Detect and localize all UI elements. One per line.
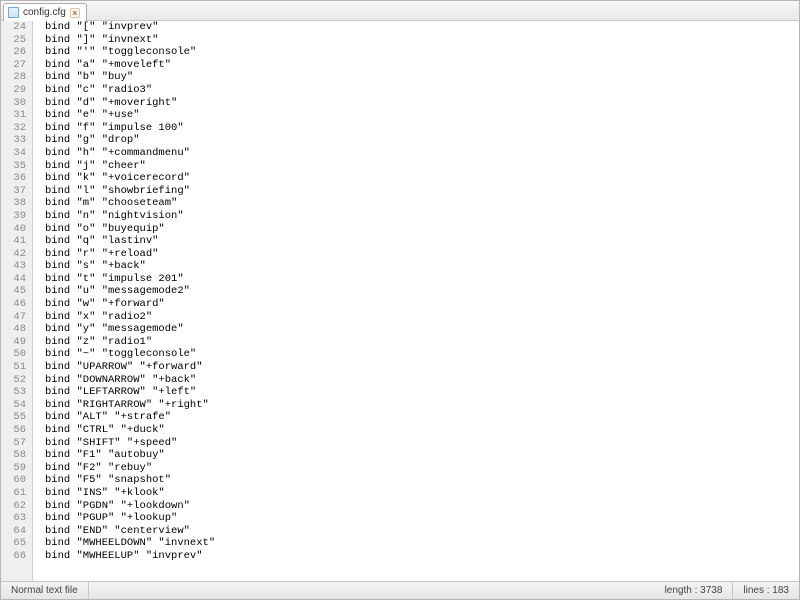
line-number: 43: [1, 260, 26, 273]
code-line[interactable]: bind "END" "centerview": [45, 525, 799, 538]
line-number-gutter: 2425262728293031323334353637383940414243…: [1, 21, 33, 581]
line-number: 40: [1, 223, 26, 236]
line-number: 27: [1, 59, 26, 72]
file-icon: [8, 7, 19, 18]
line-number: 56: [1, 424, 26, 437]
line-number: 46: [1, 298, 26, 311]
code-line[interactable]: bind "PGDN" "+lookdown": [45, 500, 799, 513]
line-number: 35: [1, 160, 26, 173]
code-line[interactable]: bind "y" "messagemode": [45, 323, 799, 336]
code-line[interactable]: bind "d" "+moveright": [45, 97, 799, 110]
text-editor[interactable]: 2425262728293031323334353637383940414243…: [1, 21, 799, 581]
code-line[interactable]: bind "LEFTARROW" "+left": [45, 386, 799, 399]
editor-window: config.cfg × 242526272829303132333435363…: [0, 0, 800, 600]
code-line[interactable]: bind "DOWNARROW" "+back": [45, 374, 799, 387]
code-line[interactable]: bind "~" "toggleconsole": [45, 348, 799, 361]
line-number: 64: [1, 525, 26, 538]
line-number: 61: [1, 487, 26, 500]
code-line[interactable]: bind "MWHEELUP" "invprev": [45, 550, 799, 563]
line-number: 52: [1, 374, 26, 387]
line-number: 29: [1, 84, 26, 97]
line-number: 53: [1, 386, 26, 399]
code-line[interactable]: bind "w" "+forward": [45, 298, 799, 311]
line-number: 32: [1, 122, 26, 135]
code-line[interactable]: bind "q" "lastinv": [45, 235, 799, 248]
code-line[interactable]: bind "n" "nightvision": [45, 210, 799, 223]
code-line[interactable]: bind "z" "radio1": [45, 336, 799, 349]
code-line[interactable]: bind "k" "+voicerecord": [45, 172, 799, 185]
code-line[interactable]: bind "F1" "autobuy": [45, 449, 799, 462]
code-line[interactable]: bind "f" "impulse 100": [45, 122, 799, 135]
line-number: 58: [1, 449, 26, 462]
line-number: 31: [1, 109, 26, 122]
code-line[interactable]: bind "j" "cheer": [45, 160, 799, 173]
line-number: 51: [1, 361, 26, 374]
code-line[interactable]: bind "UPARROW" "+forward": [45, 361, 799, 374]
code-line[interactable]: bind "u" "messagemode2": [45, 285, 799, 298]
code-line[interactable]: bind "a" "+moveleft": [45, 59, 799, 72]
line-number: 48: [1, 323, 26, 336]
line-number: 57: [1, 437, 26, 450]
line-number: 39: [1, 210, 26, 223]
code-area[interactable]: bind "[" "invprev"bind "]" "invnext"bind…: [33, 21, 799, 581]
code-line[interactable]: bind "INS" "+klook": [45, 487, 799, 500]
line-number: 44: [1, 273, 26, 286]
line-number: 60: [1, 474, 26, 487]
line-number: 37: [1, 185, 26, 198]
code-line[interactable]: bind "'" "toggleconsole": [45, 46, 799, 59]
code-line[interactable]: bind "F2" "rebuy": [45, 462, 799, 475]
code-line[interactable]: bind "g" "drop": [45, 134, 799, 147]
file-tab[interactable]: config.cfg ×: [3, 3, 87, 21]
status-filetype: Normal text file: [1, 582, 89, 599]
code-line[interactable]: bind "m" "chooseteam": [45, 197, 799, 210]
code-line[interactable]: bind "b" "buy": [45, 71, 799, 84]
line-number: 25: [1, 34, 26, 47]
line-number: 34: [1, 147, 26, 160]
line-number: 55: [1, 411, 26, 424]
code-line[interactable]: bind "t" "impulse 201": [45, 273, 799, 286]
line-number: 30: [1, 97, 26, 110]
code-line[interactable]: bind "e" "+use": [45, 109, 799, 122]
line-number: 49: [1, 336, 26, 349]
line-number: 62: [1, 500, 26, 513]
line-number: 66: [1, 550, 26, 563]
line-number: 65: [1, 537, 26, 550]
code-line[interactable]: bind "MWHEELDOWN" "invnext": [45, 537, 799, 550]
line-number: 63: [1, 512, 26, 525]
code-line[interactable]: bind "o" "buyequip": [45, 223, 799, 236]
code-line[interactable]: bind "ALT" "+strafe": [45, 411, 799, 424]
line-number: 36: [1, 172, 26, 185]
line-number: 45: [1, 285, 26, 298]
status-length: length : 3738: [655, 582, 734, 599]
code-line[interactable]: bind "x" "radio2": [45, 311, 799, 324]
line-number: 54: [1, 399, 26, 412]
line-number: 24: [1, 21, 26, 34]
status-bar: Normal text file length : 3738 lines : 1…: [1, 581, 799, 599]
code-line[interactable]: bind "c" "radio3": [45, 84, 799, 97]
code-line[interactable]: bind "h" "+commandmenu": [45, 147, 799, 160]
code-line[interactable]: bind "s" "+back": [45, 260, 799, 273]
code-line[interactable]: bind "CTRL" "+duck": [45, 424, 799, 437]
line-number: 41: [1, 235, 26, 248]
code-line[interactable]: bind "PGUP" "+lookup": [45, 512, 799, 525]
line-number: 59: [1, 462, 26, 475]
code-line[interactable]: bind "l" "showbriefing": [45, 185, 799, 198]
code-line[interactable]: bind "SHIFT" "+speed": [45, 437, 799, 450]
code-line[interactable]: bind "RIGHTARROW" "+right": [45, 399, 799, 412]
line-number: 28: [1, 71, 26, 84]
line-number: 50: [1, 348, 26, 361]
file-tab-label: config.cfg: [23, 7, 66, 18]
code-line[interactable]: bind "[" "invprev": [45, 21, 799, 34]
code-line[interactable]: bind "]" "invnext": [45, 34, 799, 47]
line-number: 47: [1, 311, 26, 324]
line-number: 26: [1, 46, 26, 59]
line-number: 33: [1, 134, 26, 147]
code-line[interactable]: bind "F5" "snapshot": [45, 474, 799, 487]
line-number: 38: [1, 197, 26, 210]
tab-bar: config.cfg ×: [1, 1, 799, 21]
code-line[interactable]: bind "r" "+reload": [45, 248, 799, 261]
line-number: 42: [1, 248, 26, 261]
close-tab-icon[interactable]: ×: [70, 8, 80, 18]
status-lines: lines : 183: [733, 582, 799, 599]
